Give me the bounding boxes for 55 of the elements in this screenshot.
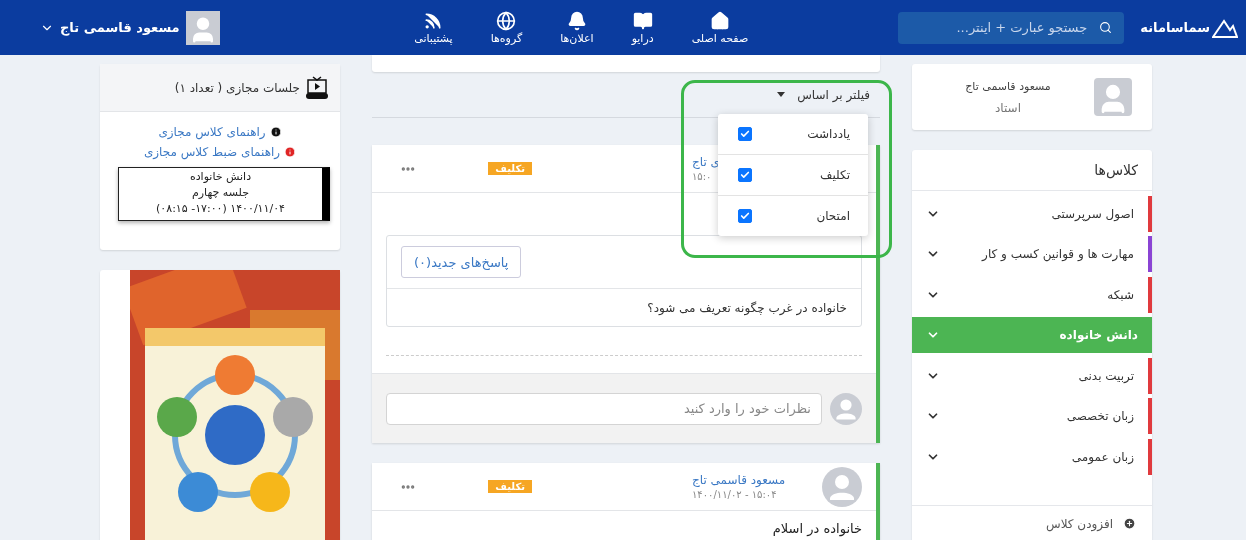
add-class-link[interactable]: افزودن کلاس bbox=[912, 504, 1152, 540]
option-label: یادداشت bbox=[807, 127, 850, 141]
caret-icon bbox=[777, 92, 786, 97]
drive-icon bbox=[632, 10, 653, 31]
new-replies-button[interactable]: پاسخ‌های جدید(۰) bbox=[401, 246, 522, 278]
session-line: جلسه چهارم bbox=[192, 185, 249, 201]
profile-name: مسعود قاسمی تاج bbox=[965, 79, 1051, 93]
globe-icon bbox=[496, 10, 517, 31]
post-date: ۱۵:۰ bbox=[692, 171, 712, 182]
mountain-icon bbox=[1212, 17, 1238, 38]
avatar-icon bbox=[1094, 78, 1132, 116]
logo[interactable]: سماسامانه bbox=[1140, 17, 1238, 38]
avatar-icon bbox=[830, 392, 862, 425]
post-date: ۱۵:۰۴ - ۱۴۰۰/۱۱/۰۲ bbox=[692, 489, 777, 500]
author-name[interactable]: مسعود قاسمی تاج bbox=[692, 473, 786, 487]
plus-icon bbox=[1123, 517, 1136, 530]
session-item[interactable]: دانش خانواده جلسه چهارم ۱۴۰۰/۱۱/۰۴ (۱۷:۰۰- ۰۸:۱۵) bbox=[118, 167, 330, 221]
class-item[interactable]: شبکه bbox=[912, 276, 1152, 313]
comment-field[interactable]: نظرات خود را وارد کنید bbox=[386, 392, 822, 425]
profile-role: استاد bbox=[995, 100, 1021, 115]
type-tag: تکلیف bbox=[488, 480, 532, 493]
nav-item[interactable]: اعلان‌ها bbox=[560, 10, 594, 45]
help-link[interactable]: راهنمای ضبط کلاس مجازی bbox=[143, 145, 297, 159]
bell-icon bbox=[566, 10, 587, 31]
classes-title: کلاس‌ها bbox=[912, 150, 1152, 191]
checkbox[interactable] bbox=[738, 168, 752, 182]
checkbox[interactable] bbox=[738, 127, 752, 141]
avatar-icon bbox=[185, 10, 220, 45]
nav-item[interactable]: درایو bbox=[631, 10, 654, 45]
nav-item[interactable]: صفحه اصلی bbox=[691, 10, 749, 45]
post-text: خانواده در اسلام bbox=[771, 520, 863, 539]
logo-text: سماسامانه bbox=[1140, 20, 1210, 35]
filter-dropdown[interactable]: فیلتر بر اساس bbox=[777, 87, 870, 102]
help-link[interactable]: راهنمای کلاس مجازی bbox=[158, 125, 282, 139]
class-item[interactable]: اصول سرپرستی bbox=[912, 195, 1152, 232]
search-input[interactable]: جستجو عبارت + اینتر... bbox=[915, 19, 1090, 36]
nav-item[interactable]: گروه‌ها bbox=[490, 10, 523, 45]
user-menu[interactable]: مسعود قاسمی تاج bbox=[40, 10, 220, 45]
live-tv-icon bbox=[304, 75, 330, 100]
checkbox[interactable] bbox=[738, 209, 752, 223]
search-field[interactable]: جستجو عبارت + اینتر... bbox=[898, 11, 1125, 44]
class-item[interactable]: زبان تخصصی bbox=[912, 398, 1152, 434]
question-text: خانواده در غرب چگونه تعریف می شود؟ bbox=[646, 299, 848, 318]
session-line: دانش خانواده bbox=[189, 169, 252, 185]
class-item[interactable]: تربیت بدنی bbox=[912, 357, 1152, 394]
search-icon bbox=[1099, 21, 1113, 34]
option-label: تکلیف bbox=[820, 168, 850, 182]
type-tag: تکلیف bbox=[488, 162, 532, 175]
nav-item[interactable]: پشتیبانی bbox=[414, 10, 453, 45]
home-icon bbox=[709, 10, 730, 31]
session-line: ۱۴۰۰/۱۱/۰۴ (۱۷:۰۰- ۰۸:۱۵) bbox=[156, 201, 285, 217]
sessions-title: جلسات مجازی ( تعداد ۱) bbox=[174, 80, 300, 95]
class-item[interactable]: مهارت ها و قوانین کسب و کار bbox=[912, 236, 1152, 272]
option-label: امتحان bbox=[816, 209, 850, 223]
class-item[interactable]: زبان عمومی bbox=[912, 438, 1152, 475]
